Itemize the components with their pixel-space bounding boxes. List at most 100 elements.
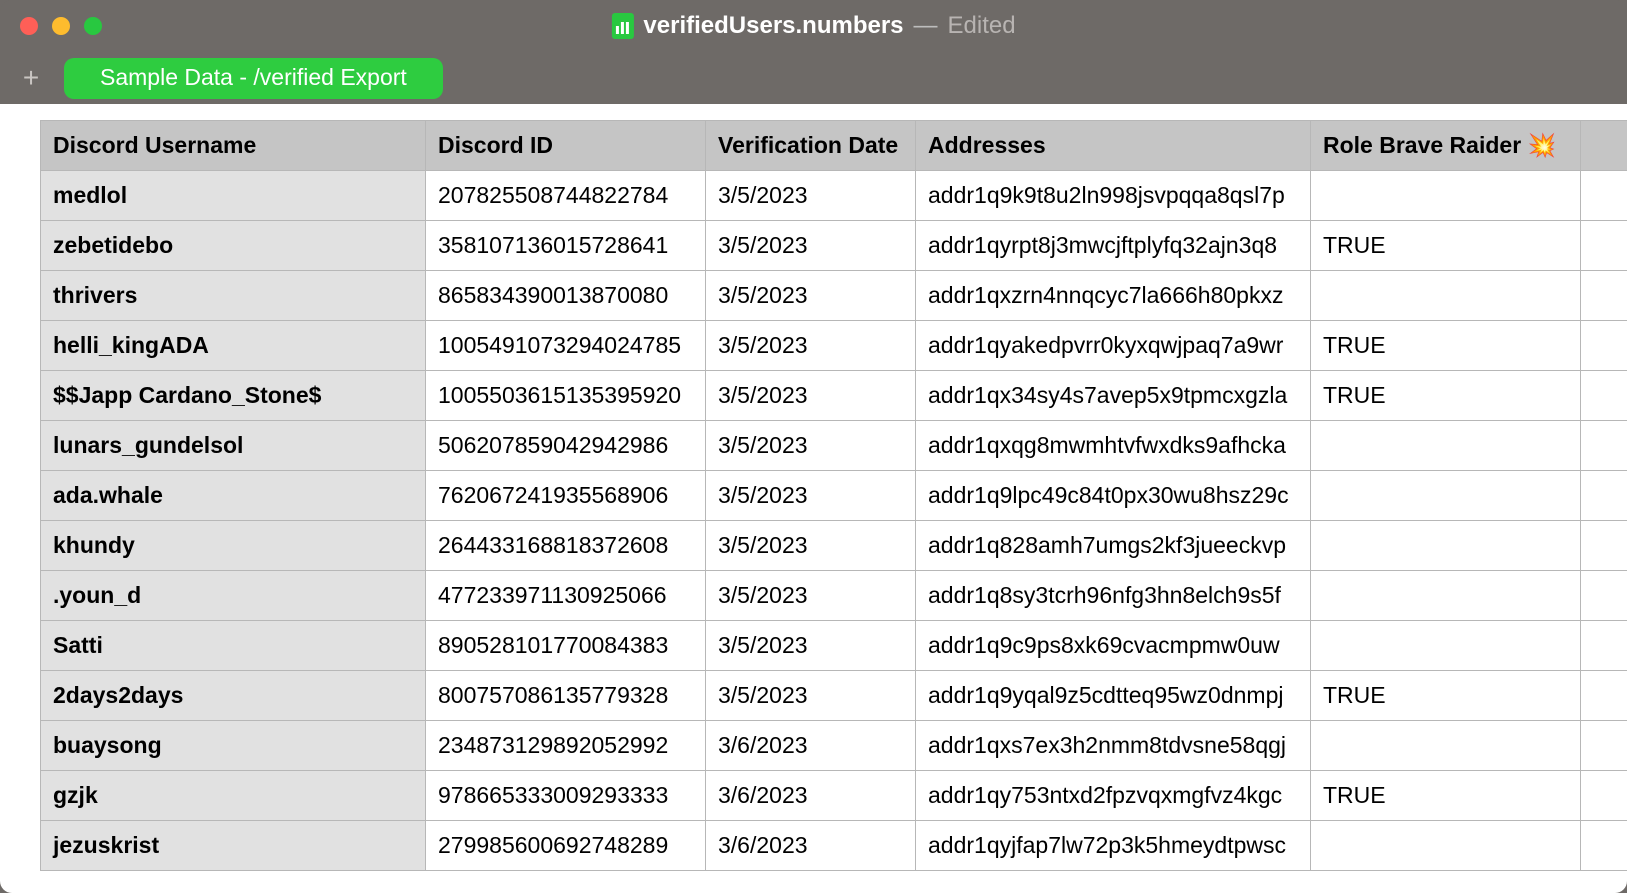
- cell-verification-date[interactable]: 3/5/2023: [706, 421, 916, 471]
- cell-extra[interactable]: [1581, 521, 1627, 571]
- cell-verification-date[interactable]: 3/5/2023: [706, 371, 916, 421]
- cell-address[interactable]: addr1qxzrn4nnqcyc7la666h80pkxz: [916, 271, 1311, 321]
- cell-extra[interactable]: [1581, 471, 1627, 521]
- col-header-addresses[interactable]: Addresses: [916, 121, 1311, 171]
- cell-extra[interactable]: [1581, 271, 1627, 321]
- cell-username[interactable]: khundy: [41, 521, 426, 571]
- cell-discord-id[interactable]: 506207859042942986: [426, 421, 706, 471]
- cell-username[interactable]: 2days2days: [41, 671, 426, 721]
- cell-extra[interactable]: [1581, 171, 1627, 221]
- cell-discord-id[interactable]: 1005491073294024785: [426, 321, 706, 371]
- cell-discord-id[interactable]: 865834390013870080: [426, 271, 706, 321]
- cell-role-brave-raider[interactable]: TRUE: [1311, 771, 1581, 821]
- window-title: verifiedUsers.numbers — Edited: [611, 12, 1015, 40]
- cell-extra[interactable]: [1581, 671, 1627, 721]
- cell-verification-date[interactable]: 3/5/2023: [706, 671, 916, 721]
- cell-role-brave-raider[interactable]: [1311, 621, 1581, 671]
- titlebar: verifiedUsers.numbers — Edited: [0, 0, 1627, 52]
- cell-verification-date[interactable]: 3/6/2023: [706, 771, 916, 821]
- cell-extra[interactable]: [1581, 371, 1627, 421]
- cell-discord-id[interactable]: 762067241935568906: [426, 471, 706, 521]
- cell-verification-date[interactable]: 3/6/2023: [706, 821, 916, 871]
- cell-discord-id[interactable]: 234873129892052992: [426, 721, 706, 771]
- cell-username[interactable]: zebetidebo: [41, 221, 426, 271]
- sheet-tab-active[interactable]: Sample Data - /verified Export: [64, 58, 443, 99]
- cell-username[interactable]: gzjk: [41, 771, 426, 821]
- cell-verification-date[interactable]: 3/5/2023: [706, 571, 916, 621]
- spreadsheet-canvas[interactable]: Discord Username Discord ID Verification…: [0, 104, 1627, 893]
- cell-discord-id[interactable]: 978665333009293333: [426, 771, 706, 821]
- cell-verification-date[interactable]: 3/5/2023: [706, 521, 916, 571]
- add-sheet-button[interactable]: +: [16, 63, 46, 93]
- cell-extra[interactable]: [1581, 571, 1627, 621]
- cell-extra[interactable]: [1581, 721, 1627, 771]
- cell-address[interactable]: addr1q9yqal9z5cdtteq95wz0dnmpj: [916, 671, 1311, 721]
- cell-address[interactable]: addr1qxqg8mwmhtvfwxdks9afhcka: [916, 421, 1311, 471]
- cell-username[interactable]: buaysong: [41, 721, 426, 771]
- cell-username[interactable]: helli_kingADA: [41, 321, 426, 371]
- cell-username[interactable]: $$Japp Cardano_Stone$: [41, 371, 426, 421]
- cell-extra[interactable]: [1581, 321, 1627, 371]
- col-header-verification-date[interactable]: Verification Date: [706, 121, 916, 171]
- cell-verification-date[interactable]: 3/5/2023: [706, 221, 916, 271]
- cell-role-brave-raider[interactable]: TRUE: [1311, 221, 1581, 271]
- app-window: verifiedUsers.numbers — Edited + Sample …: [0, 0, 1627, 893]
- cell-verification-date[interactable]: 3/5/2023: [706, 321, 916, 371]
- table-row: .youn_d4772339711309250663/5/2023addr1q8…: [41, 571, 1627, 621]
- cell-role-brave-raider[interactable]: [1311, 571, 1581, 621]
- cell-username[interactable]: thrivers: [41, 271, 426, 321]
- cell-username[interactable]: .youn_d: [41, 571, 426, 621]
- cell-username[interactable]: ada.whale: [41, 471, 426, 521]
- cell-role-brave-raider[interactable]: [1311, 171, 1581, 221]
- cell-discord-id[interactable]: 358107136015728641: [426, 221, 706, 271]
- cell-discord-id[interactable]: 207825508744822784: [426, 171, 706, 221]
- cell-address[interactable]: addr1q9lpc49c84t0px30wu8hsz29c: [916, 471, 1311, 521]
- cell-discord-id[interactable]: 890528101770084383: [426, 621, 706, 671]
- cell-role-brave-raider[interactable]: [1311, 721, 1581, 771]
- cell-username[interactable]: Satti: [41, 621, 426, 671]
- cell-address[interactable]: addr1q9k9t8u2ln998jsvpqqa8qsl7p: [916, 171, 1311, 221]
- fullscreen-window-button[interactable]: [84, 17, 102, 35]
- cell-role-brave-raider[interactable]: [1311, 821, 1581, 871]
- cell-address[interactable]: addr1qyakedpvrr0kyxqwjpaq7a9wr: [916, 321, 1311, 371]
- cell-role-brave-raider[interactable]: [1311, 271, 1581, 321]
- cell-verification-date[interactable]: 3/6/2023: [706, 721, 916, 771]
- cell-username[interactable]: lunars_gundelsol: [41, 421, 426, 471]
- cell-verification-date[interactable]: 3/5/2023: [706, 171, 916, 221]
- cell-discord-id[interactable]: 264433168818372608: [426, 521, 706, 571]
- cell-verification-date[interactable]: 3/5/2023: [706, 621, 916, 671]
- cell-address[interactable]: addr1qyrpt8j3mwcjftplyfq32ajn3q8: [916, 221, 1311, 271]
- cell-role-brave-raider[interactable]: [1311, 521, 1581, 571]
- cell-extra[interactable]: [1581, 421, 1627, 471]
- cell-address[interactable]: addr1qyjfap7lw72p3k5hmeydtpwsc: [916, 821, 1311, 871]
- cell-address[interactable]: addr1qy753ntxd2fpzvqxmgfvz4kgc: [916, 771, 1311, 821]
- col-header-extra[interactable]: [1581, 121, 1627, 171]
- cell-discord-id[interactable]: 800757086135779328: [426, 671, 706, 721]
- cell-address[interactable]: addr1q828amh7umgs2kf3jueeckvp: [916, 521, 1311, 571]
- cell-address[interactable]: addr1qx34sy4s7avep5x9tpmcxgzla: [916, 371, 1311, 421]
- cell-role-brave-raider[interactable]: TRUE: [1311, 671, 1581, 721]
- cell-extra[interactable]: [1581, 621, 1627, 671]
- cell-username[interactable]: medlol: [41, 171, 426, 221]
- cell-discord-id[interactable]: 1005503615135395920: [426, 371, 706, 421]
- cell-role-brave-raider[interactable]: [1311, 471, 1581, 521]
- cell-verification-date[interactable]: 3/5/2023: [706, 471, 916, 521]
- close-window-button[interactable]: [20, 17, 38, 35]
- minimize-window-button[interactable]: [52, 17, 70, 35]
- col-header-username[interactable]: Discord Username: [41, 121, 426, 171]
- cell-role-brave-raider[interactable]: TRUE: [1311, 371, 1581, 421]
- cell-role-brave-raider[interactable]: [1311, 421, 1581, 471]
- cell-extra[interactable]: [1581, 771, 1627, 821]
- cell-address[interactable]: addr1qxs7ex3h2nmm8tdvsne58qgj: [916, 721, 1311, 771]
- cell-discord-id[interactable]: 477233971130925066: [426, 571, 706, 621]
- cell-discord-id[interactable]: 279985600692748289: [426, 821, 706, 871]
- cell-role-brave-raider[interactable]: TRUE: [1311, 321, 1581, 371]
- cell-extra[interactable]: [1581, 821, 1627, 871]
- col-header-discord-id[interactable]: Discord ID: [426, 121, 706, 171]
- col-header-role-brave-raider[interactable]: Role Brave Raider 💥: [1311, 121, 1581, 171]
- cell-username[interactable]: jezuskrist: [41, 821, 426, 871]
- cell-extra[interactable]: [1581, 221, 1627, 271]
- cell-address[interactable]: addr1q8sy3tcrh96nfg3hn8elch9s5f: [916, 571, 1311, 621]
- cell-verification-date[interactable]: 3/5/2023: [706, 271, 916, 321]
- cell-address[interactable]: addr1q9c9ps8xk69cvacmpmw0uw: [916, 621, 1311, 671]
